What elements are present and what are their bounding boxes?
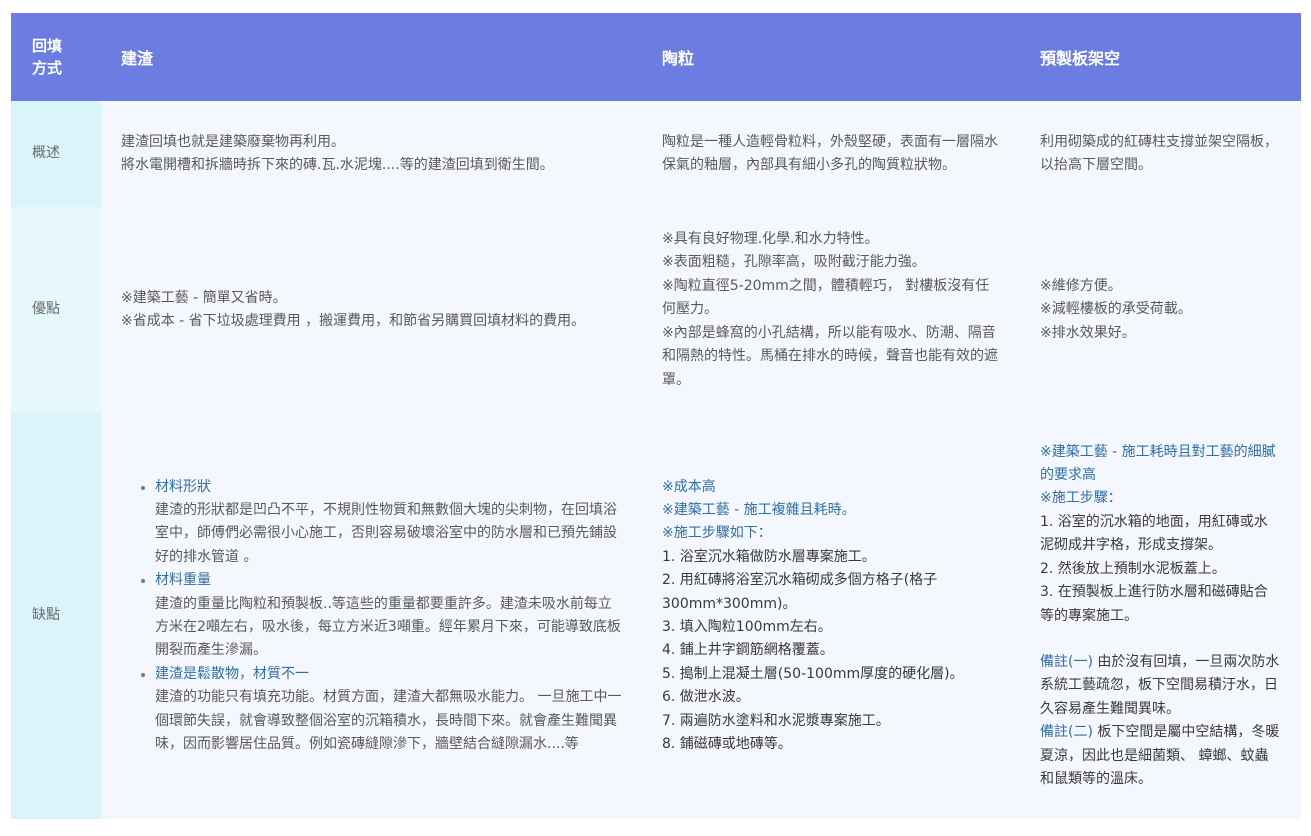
list-item: 材料重量 建渣的重量比陶粒和預製板..等這些的重量都要重許多。建渣未吸水前每立方… [155, 569, 622, 663]
table-row-overview: 概述 建渣回填也就是建築廢棄物再利用。 將水電開槽和拆牆時拆下來的磚.瓦.水泥塊… [11, 101, 1301, 207]
row-label-overview: 概述 [11, 101, 101, 207]
step-item: 7. 兩遍防水塗料和水泥漿專案施工。 [662, 712, 890, 729]
disadvantages-yuzhiban-cell: ※建築工藝 - 施工耗時且對工藝的細膩的要求高 ※施工步驟： 1. 浴室的沉水箱… [1020, 413, 1301, 819]
overview-yuzhiban-cell: 利用砌築成的紅磚柱支撐並架空隔板，以抬高下層空間。 [1020, 101, 1301, 207]
table-header-row: 回填 方式 建渣 陶粒 預製板架空 [11, 13, 1301, 101]
disadvantage-list: 材料形狀 建渣的形狀都是凹凸不平，不規則性物質和無數個大塊的尖刺物，在回填浴室中… [121, 476, 622, 757]
overview-jianzha-line: 建渣回填也就是建築廢棄物再利用。 [121, 133, 345, 150]
list-item-body: 建渣的功能只有填充功能。材質方面，建渣大都無吸水能力。 一旦施工中一個環節失誤，… [155, 689, 622, 753]
corner-header-line-1: 回填 [32, 37, 63, 55]
disadvantage-heading: ※建築工藝 - 施工耗時且對工藝的細膩的要求高 [1040, 443, 1276, 484]
overview-jianzha-line: 將水電開槽和拆牆時拆下來的磚.瓦.水泥塊....等的建渣回填到衛生間。 [121, 157, 554, 173]
advantage-item: ※維修方便。 [1040, 277, 1122, 294]
list-item: 材料形狀 建渣的形狀都是凹凸不平，不規則性物質和無數個大塊的尖刺物，在回填浴室中… [155, 476, 622, 570]
corner-header-line-2: 方式 [32, 59, 63, 77]
table-row-disadvantages: 缺點 材料形狀 建渣的形狀都是凹凸不平，不規則性物質和無數個大塊的尖刺物，在回填… [11, 413, 1301, 819]
step-item: 1. 浴室的沉水箱的地面，用紅磚或水泥砌成井字格，形成支撐架。 [1040, 513, 1268, 554]
disadvantages-taoli-cell: ※成本高 ※建築工藝 - 施工複雜且耗時。 ※施工步驟如下： 1. 浴室沉水箱做… [642, 413, 1020, 819]
column-header-taoli: 陶粒 [642, 13, 1020, 101]
overview-jianzha-cell: 建渣回填也就是建築廢棄物再利用。 將水電開槽和拆牆時拆下來的磚.瓦.水泥塊...… [101, 101, 642, 207]
step-item: 2. 然後放上預制水泥板蓋上。 [1040, 560, 1226, 577]
step-item: 2. 用紅磚將浴室沉水箱砌成多個方格子(格子300mm*300mm)。 [662, 572, 938, 612]
overview-taoli-text: 陶粒是一種人造輕骨粒料，外殼堅硬，表面有一層隔水保氣的釉層，內部具有細小多孔的陶… [662, 133, 998, 173]
row-label-advantages: 優點 [11, 207, 101, 413]
disadvantage-heading: ※施工步驟如下： [662, 525, 772, 542]
disadvantage-heading: ※建築工藝 - 施工複雜且耗時。 [662, 501, 856, 518]
comparison-table-wrapper: 回填 方式 建渣 陶粒 預製板架空 概述 建渣回填也就是建築廢棄物再利用。 將水… [11, 13, 1301, 819]
advantage-item: ※建築工藝 - 簡單又省時。 [121, 289, 287, 306]
advantage-item: ※排水效果好。 [1040, 324, 1136, 341]
remark-item: 備註(二) 板下空間是屬中空結構，冬暖夏涼，因此也是細菌類、 蟑螂、蚊蟲和鼠類等… [1040, 721, 1281, 791]
column-header-yuzhiban: 預製板架空 [1020, 13, 1301, 101]
advantages-yuzhiban-cell: ※維修方便。 ※減輕樓板的承受荷載。 ※排水效果好。 [1020, 207, 1301, 413]
list-item-title: 材料重量 [155, 572, 211, 589]
advantage-item: ※表面粗糙，孔隙率高，吸附截汙能力強。 [662, 254, 926, 271]
overview-taoli-cell: 陶粒是一種人造輕骨粒料，外殼堅硬，表面有一層隔水保氣的釉層，內部具有細小多孔的陶… [642, 101, 1020, 207]
advantage-item: ※省成本 - 省下垃圾處理費用 ，搬運費用，和節省另購買回填材料的費用。 [121, 313, 586, 329]
advantages-taoli-cell: ※具有良好物理.化學.和水力特性。 ※表面粗糙，孔隙率高，吸附截汙能力強。 ※陶… [642, 207, 1020, 413]
advantage-item: ※減輕樓板的承受荷載。 [1040, 301, 1192, 318]
advantages-jianzha-cell: ※建築工藝 - 簡單又省時。 ※省成本 - 省下垃圾處理費用 ，搬運費用，和節省… [101, 207, 642, 413]
step-item: 3. 在預製板上進行防水層和磁磚貼合等的專案施工。 [1040, 584, 1268, 624]
disadvantage-heading: ※施工步驟： [1040, 490, 1122, 507]
list-item-title: 材料形狀 [155, 478, 211, 495]
table-row-advantages: 優點 ※建築工藝 - 簡單又省時。 ※省成本 - 省下垃圾處理費用 ，搬運費用，… [11, 207, 1301, 413]
advantage-item: ※內部是蜂窩的小孔結構，所以能有吸水、防潮、隔音和隔熱的特性。馬桶在排水的時候，… [662, 324, 998, 388]
overview-yuzhiban-text: 利用砌築成的紅磚柱支撐並架空隔板，以抬高下層空間。 [1040, 133, 1278, 173]
list-item: 建渣是鬆散物，材質不一 建渣的功能只有填充功能。材質方面，建渣大都無吸水能力。 … [155, 663, 622, 757]
disadvantages-jianzha-cell: 材料形狀 建渣的形狀都是凹凸不平，不規則性物質和無數個大塊的尖刺物，在回填浴室中… [101, 413, 642, 819]
row-label-disadvantages: 缺點 [11, 413, 101, 819]
step-item: 1. 浴室沉水箱做防水層專案施工。 [662, 548, 876, 565]
remark-tag: 備註(二) [1040, 724, 1093, 741]
step-item: 3. 填入陶粒100mm左右。 [662, 619, 832, 635]
advantage-item: ※陶粒直徑5-20mm之間，體積輕巧， 對樓板沒有任何壓力。 [662, 277, 990, 318]
remark-item: 備註(一) 由於沒有回填，一旦兩次防水系統工藝疏忽，板下空間易積汙水，日久容易產… [1040, 651, 1281, 721]
remark-tag: 備註(一) [1040, 653, 1093, 670]
list-item-body: 建渣的形狀都是凹凸不平，不規則性物質和無數個大塊的尖刺物，在回填浴室中，師傅們必… [155, 501, 617, 565]
step-item: 6. 做泄水波。 [662, 689, 750, 706]
disadvantage-heading: ※成本高 [662, 478, 716, 495]
list-item-body: 建渣的重量比陶粒和預製板..等這些的重量都要重許多。建渣未吸水前每立方米在2噸左… [155, 595, 621, 659]
step-item: 8. 鋪磁磚或地磚等。 [662, 736, 792, 753]
step-item: 5. 搗制上混凝土層(50-100mm厚度的硬化層)。 [662, 665, 964, 682]
step-item: 4. 鋪上井字鋼筋網格覆蓋。 [662, 642, 834, 659]
column-header-jianzha: 建渣 [101, 13, 642, 101]
advantage-item: ※具有良好物理.化學.和水力特性。 [662, 231, 879, 248]
corner-header: 回填 方式 [11, 13, 101, 101]
comparison-table: 回填 方式 建渣 陶粒 預製板架空 概述 建渣回填也就是建築廢棄物再利用。 將水… [11, 13, 1301, 819]
list-item-title: 建渣是鬆散物，材質不一 [155, 665, 309, 682]
